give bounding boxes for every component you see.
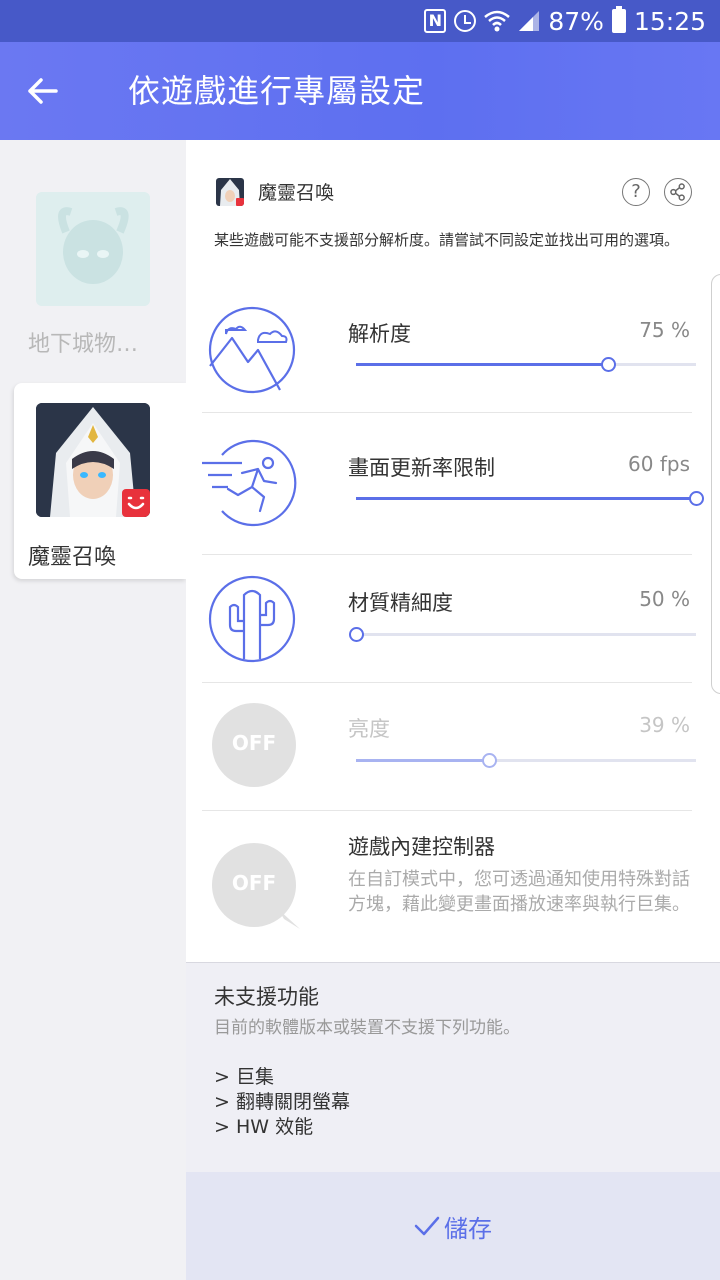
clock: 15:25 [633, 6, 706, 36]
unsupported-list: > 巨集 > 翻轉關閉螢幕 > HW 效能 [214, 1065, 350, 1140]
back-arrow-icon[interactable] [18, 66, 68, 116]
runner-icon [202, 439, 297, 527]
setting-row-texture-quality: 材質精細度 50 % [202, 555, 696, 683]
game-header-name: 魔靈召喚 [258, 182, 335, 204]
slider-knob[interactable] [689, 491, 704, 506]
save-button[interactable]: 儲存 [414, 1209, 492, 1244]
page-title: 依遊戲進行專屬設定 [128, 72, 426, 110]
unsupported-item: > 翻轉關閉螢幕 [214, 1091, 350, 1113]
save-bar: 儲存 [186, 1172, 720, 1280]
texture-quality-label: 材質精細度 [348, 591, 453, 615]
check-icon [414, 1216, 440, 1236]
bubble-tail [278, 909, 300, 929]
game-name: 地下城物… [28, 332, 139, 357]
status-bar: N 87% 15:25 [0, 0, 720, 42]
unsupported-subtitle: 目前的軟體版本或裝置不支援下列功能。 [214, 1018, 520, 1038]
game-thumbnail [36, 403, 150, 517]
save-label: 儲存 [444, 1214, 492, 1243]
game-controller-label: 遊戲內建控制器 [348, 835, 495, 859]
slider-fill [356, 497, 696, 500]
setting-row-resolution: 解析度 75 % [202, 300, 696, 412]
setting-row-frame-rate: 畫面更新率限制 60 fps [202, 413, 704, 553]
app-bar: 依遊戲進行專屬設定 [0, 42, 720, 140]
battery-percent: 87% [548, 6, 604, 36]
brightness-off-icon: OFF [212, 703, 296, 787]
edge-panel-handle[interactable] [711, 274, 720, 694]
battery-icon [611, 6, 626, 33]
signal-icon [519, 11, 540, 31]
slider-fill [356, 759, 489, 762]
slider-knob[interactable] [600, 357, 616, 372]
game-thumbnail [36, 192, 150, 306]
alarm-icon [454, 10, 477, 32]
unsupported-item: > HW 效能 [214, 1116, 314, 1138]
setting-row-brightness: OFF 亮度 39 % [202, 683, 696, 811]
frame-rate-label: 畫面更新率限制 [348, 456, 495, 480]
game-name: 魔靈召喚 [28, 545, 117, 570]
slider-knob[interactable] [481, 753, 497, 768]
cactus-icon [208, 575, 296, 663]
game-controller-description: 在自訂模式中，您可透過通知使用特殊對話方塊，藉此變更畫面播放速率與執行巨集。 [348, 869, 690, 915]
game-list-item[interactable]: 地下城物… [14, 180, 186, 370]
frame-rate-slider[interactable] [356, 491, 704, 506]
brightness-value: 39 % [639, 713, 690, 737]
texture-quality-slider[interactable] [349, 627, 696, 642]
nfc-icon: N [424, 9, 447, 33]
notice-text: 某些遊戲可能不支援部分解析度。請嘗試不同設定並找出可用的選項。 [214, 231, 680, 249]
brightness-label: 亮度 [348, 717, 390, 741]
landscape-icon [208, 306, 296, 394]
share-icon[interactable] [664, 178, 692, 206]
unsupported-title: 未支援功能 [214, 985, 319, 1009]
help-icon[interactable]: ? [622, 178, 650, 206]
settings-panel: 魔靈召喚 ? 某些遊戲可能不支援部分解析度。請嘗試不同設定並找出可用的選項。 解… [186, 140, 720, 1280]
resolution-slider[interactable] [356, 357, 696, 372]
resolution-label: 解析度 [348, 322, 411, 346]
wifi-icon [484, 10, 511, 32]
setting-row-game-controller[interactable]: OFF 遊戲內建控制器 在自訂模式中，您可透過通知使用特殊對話方塊，藉此變更畫面… [202, 811, 692, 961]
slider-knob[interactable] [349, 627, 364, 642]
texture-quality-value: 50 % [639, 587, 690, 611]
slider-fill [356, 363, 608, 366]
resolution-value: 75 % [639, 318, 690, 342]
game-header-icon [216, 178, 244, 206]
brightness-slider[interactable] [356, 753, 696, 768]
game-list-item-selected[interactable]: 魔靈召喚 [14, 383, 186, 579]
unsupported-item: > 巨集 [214, 1066, 274, 1088]
unsupported-section: 未支援功能 目前的軟體版本或裝置不支援下列功能。 > 巨集 > 翻轉關閉螢幕 >… [186, 962, 720, 1172]
game-list: 地下城物… 魔靈召喚 [0, 140, 186, 1280]
frame-rate-value: 60 fps [628, 452, 690, 476]
